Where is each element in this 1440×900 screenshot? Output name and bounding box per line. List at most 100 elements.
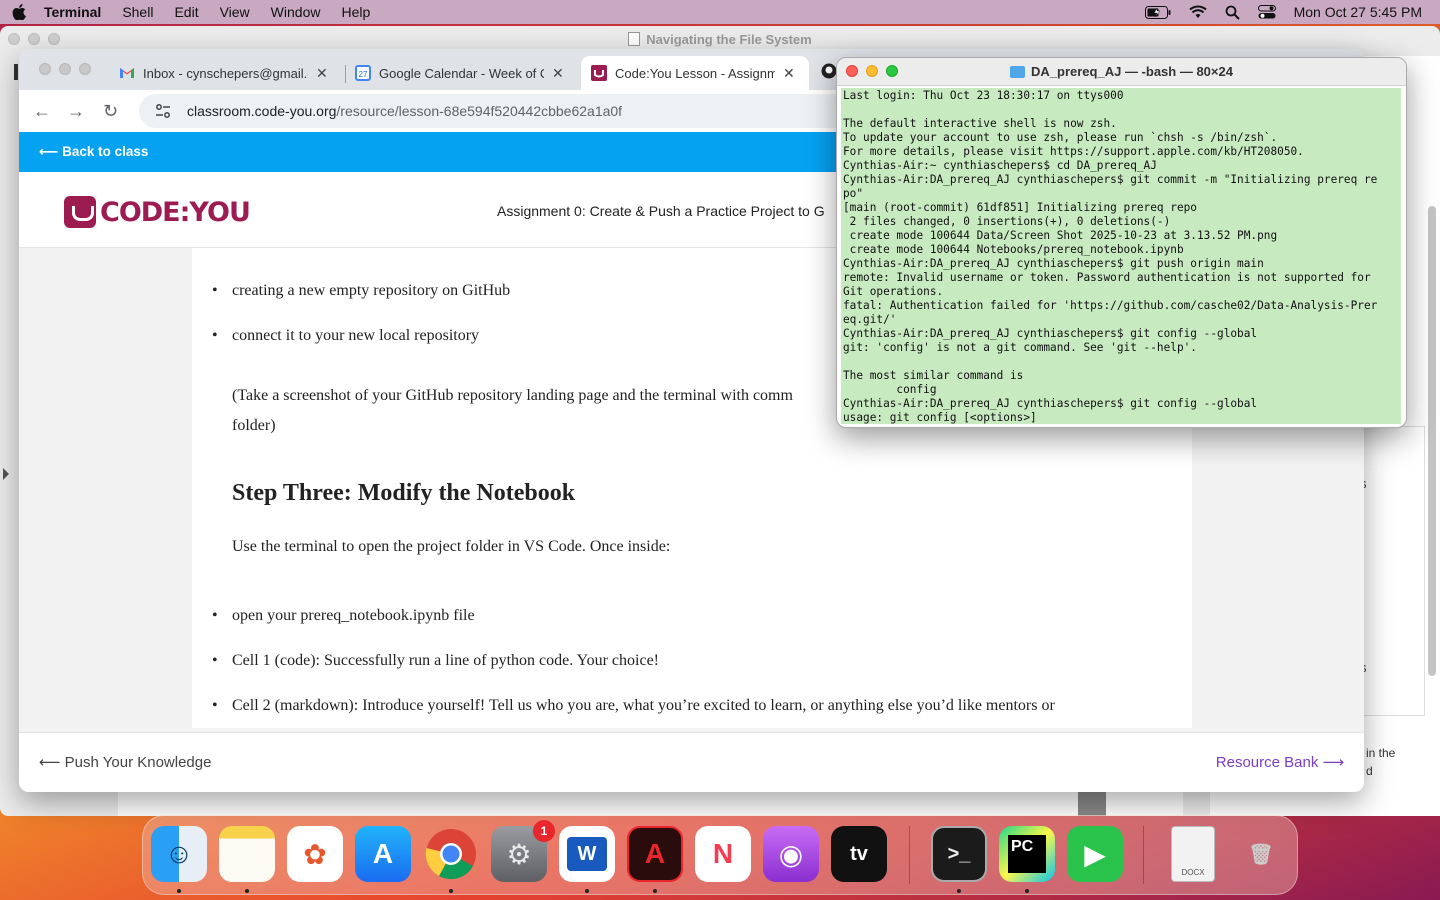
notes-icon[interactable] [219,826,275,882]
close-icon[interactable]: ✕ [552,65,564,82]
next-lesson-link[interactable]: Resource Bank ⟶ [1216,753,1344,771]
app-store-icon[interactable]: A [355,826,411,882]
terminal-line: remote: Invalid username or token. Passw… [843,271,1371,284]
dock-divider [909,826,910,884]
code-you-logo[interactable]: CODE:YOU [64,196,251,228]
close-button[interactable] [8,33,20,45]
list-item: Cell 1 (code): Successfully run a line o… [212,652,659,670]
pycharm-icon[interactable]: PC [999,826,1055,882]
running-indicator [449,889,453,893]
svg-text:27: 27 [359,70,368,79]
terminal-line: create mode 100644 Data/Screen Shot 2025… [843,229,1278,242]
terminal-line: Cynthias-Air:DA_prereq_AJ cynthiascheper… [843,397,1258,410]
close-icon[interactable]: ✕ [316,65,328,82]
tab-label: Code:You Lesson - Assignment [615,65,775,81]
docx-icon[interactable]: DOCX [1171,826,1215,882]
tab-code-you-lesson[interactable]: Code:You Lesson - Assignment ✕ [581,56,809,90]
terminal-line: The most similar command is [843,369,1024,382]
zoom-button[interactable] [48,33,60,45]
zoom-button[interactable] [886,65,898,77]
settings-icon[interactable]: ⚙ 1 [491,820,555,882]
scrollbar[interactable] [1428,206,1436,676]
minimize-button[interactable] [866,65,878,77]
list-item: open your prereq_notebook.ipynb file [212,607,475,625]
menu-edit[interactable]: Edit [174,4,198,20]
lesson-footer: ⟵ Push Your Knowledge Resource Bank ⟶ [19,732,1364,792]
close-icon[interactable]: ✕ [783,65,795,82]
trash-icon[interactable]: 🗑 [1233,826,1289,882]
paragraph-line: folder) [232,417,276,434]
tv-icon[interactable]: tv [831,826,887,882]
background-page-strip [118,792,1183,816]
zoom-button[interactable] [79,63,91,75]
terminal-line: Git operations. [843,285,944,298]
menu-shell[interactable]: Shell [122,4,153,20]
facetime-icon[interactable]: ▶ [1067,826,1123,882]
running-indicator [957,889,961,893]
terminal-line: eq.git/' [843,313,897,326]
wifi-icon[interactable] [1188,5,1207,19]
forward-arrow-icon[interactable]: → [67,101,85,122]
paragraph: Use the terminal to open the project fol… [232,538,671,555]
tab-label: Inbox - cynschepers@gmail.com [143,65,308,81]
battery-icon[interactable] [1144,5,1171,19]
gmail-icon [120,68,134,78]
minimize-button[interactable] [59,63,71,75]
control-center-icon[interactable] [1257,5,1276,19]
url-path: /resource/lesson-68e594f520442cbbe62a1a0… [336,103,623,119]
calendar-icon: 27 [355,65,371,81]
previous-lesson-link[interactable]: ⟵ Push Your Knowledge [39,753,211,771]
word-icon[interactable]: W [559,826,615,882]
terminal-line: Cynthias-Air:DA_prereq_AJ cynthiascheper… [843,257,1264,270]
terminal-line: config [843,383,937,396]
menu-app-terminal[interactable]: Terminal [44,4,101,20]
menu-view[interactable]: View [220,4,250,20]
tab-label: Google Calendar - Week of Oct [379,65,544,81]
terminal-output[interactable]: Last login: Thu Oct 23 18:30:17 on ttys0… [841,88,1401,424]
terminal-titlebar[interactable]: DA_prereq_AJ — -bash — 80×24 [837,58,1406,86]
expand-arrow-icon[interactable] [3,468,9,480]
terminal-line: For more details, please visit https://s… [843,145,1304,158]
apple-icon[interactable] [12,4,26,20]
finder-icon[interactable]: ☺ [151,826,207,882]
terminal-line: create mode 100644 Notebooks/prereq_note… [843,243,1184,256]
back-arrow-icon[interactable]: ← [33,101,51,122]
github-icon[interactable] [821,63,837,84]
minimize-button[interactable] [28,33,40,45]
acrobat-icon[interactable]: A [627,826,683,882]
tab-google-calendar[interactable]: 27 Google Calendar - Week of Oct ✕ [345,56,579,90]
url-host: classroom.code-you.org [187,103,337,119]
chrome-icon[interactable] [423,826,479,882]
terminal-line: git: 'config' is not a git command. See … [843,341,1197,354]
podcasts-icon[interactable]: ◉ [763,826,819,882]
news-icon[interactable]: N [695,826,751,882]
photos-icon[interactable]: ✿ [287,826,343,882]
menubar-clock[interactable]: Mon Oct 27 5:45 PM [1294,4,1422,20]
menu-window[interactable]: Window [271,4,321,20]
terminal-line: Cynthias-Air:~ cynthiaschepers$ cd DA_pr… [843,159,1157,172]
site-settings-icon[interactable] [155,103,171,119]
running-indicator [585,889,589,893]
folder-icon [1010,65,1026,78]
running-indicator [653,889,657,893]
terminal-line: To update your account to use zsh, pleas… [843,131,1278,144]
notification-badge: 1 [533,820,555,842]
tab-gmail[interactable]: Inbox - cynschepers@gmail.com ✕ [109,56,339,90]
close-button[interactable] [846,65,858,77]
terminal-window: DA_prereq_AJ — -bash — 80×24 Last login:… [836,57,1407,428]
logo-text: CODE:YOU [100,196,251,228]
close-button[interactable] [39,63,51,75]
back-to-class-link[interactable]: ⟵ Back to class [39,144,148,160]
document-icon [628,32,641,46]
reload-icon[interactable]: ↻ [103,101,118,122]
terminal-icon[interactable]: >_ [931,826,987,882]
background-window-controls [8,33,60,45]
terminal-line: usage: git config [<options>] [843,411,1037,424]
side-text: in the [1366,746,1396,760]
menu-help[interactable]: Help [341,4,370,20]
dock-divider [1143,826,1144,884]
spotlight-search-icon[interactable] [1225,5,1240,20]
code-you-favicon-icon [591,65,607,81]
